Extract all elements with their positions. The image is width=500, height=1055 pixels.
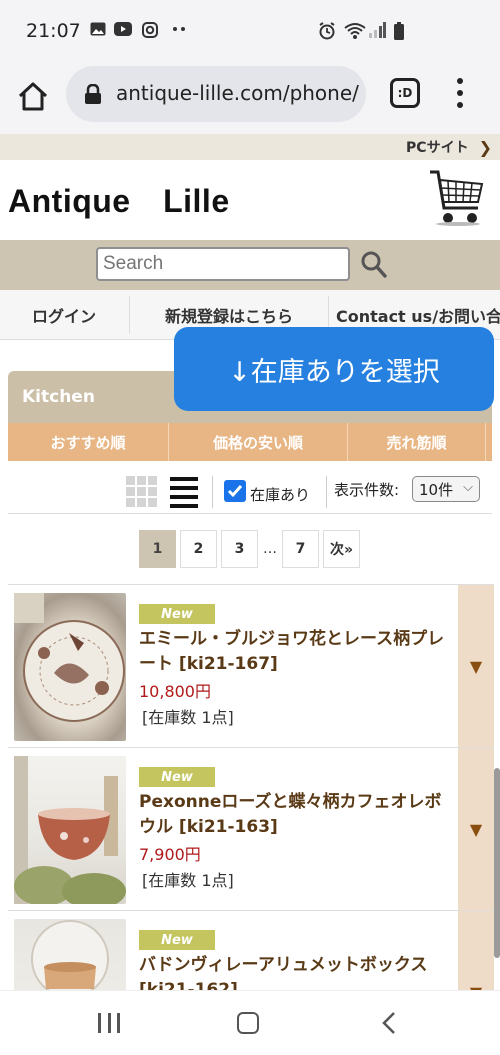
recent-apps-icon[interactable] xyxy=(98,1013,120,1033)
grid-view-icon[interactable] xyxy=(126,476,158,508)
product-list: New エミール・ブルジョワ花とレース柄プレート [ki21-167] 10,8… xyxy=(8,584,494,1055)
instagram-icon xyxy=(142,22,158,38)
instruction-tooltip: ↓在庫ありを選択 xyxy=(174,327,494,411)
site-header: Antique Lille xyxy=(0,160,500,240)
pc-site-link[interactable]: PCサイト ❯ xyxy=(406,137,492,157)
back-icon[interactable] xyxy=(380,1011,398,1035)
product-card[interactable]: New エミール・ブルジョワ花とレース柄プレート [ki21-167] 10,8… xyxy=(8,584,494,747)
chevron-down-icon[interactable]: ▼ xyxy=(458,585,494,747)
product-price: 7,900円 xyxy=(139,845,201,864)
category-title: Kitchen xyxy=(22,387,95,407)
page-link-last[interactable]: 7 xyxy=(282,530,319,568)
address-bar[interactable]: antique-lille.com/phone/ xyxy=(66,66,366,122)
wifi-icon xyxy=(344,22,366,40)
product-card[interactable]: New Pexonneローズと蝶々柄カフェオレボウル [ki21-163] 7,… xyxy=(8,747,494,910)
product-image-plate[interactable] xyxy=(14,593,126,741)
sort-best-selling[interactable]: 売れ筋順 xyxy=(348,423,486,461)
system-navigation-bar xyxy=(0,990,500,1055)
page-link-2[interactable]: 2 xyxy=(180,530,217,568)
battery-icon xyxy=(394,22,404,40)
more-notifications-icon xyxy=(172,26,186,32)
next-page-link[interactable]: 次» xyxy=(323,530,360,568)
sort-options: おすすめ順 価格の安い順 売れ筋順 xyxy=(8,423,492,461)
chevron-right-icon: ❯ xyxy=(478,137,492,157)
product-stock: [在庫数 1点] xyxy=(142,871,234,890)
page-link-3[interactable]: 3 xyxy=(221,530,258,568)
page-ellipsis: … xyxy=(262,530,278,568)
status-bar: 21:07 xyxy=(0,0,500,62)
chevron-down-icon: ⌵ xyxy=(463,480,473,495)
page-link-1[interactable]: 1 xyxy=(139,530,176,568)
product-price: 10,800円 xyxy=(139,682,211,701)
site-logo[interactable]: Antique Lille xyxy=(8,176,230,222)
page-scrollbar[interactable] xyxy=(494,768,500,958)
signal-icon xyxy=(368,22,386,38)
product-stock: [在庫数 1点] xyxy=(142,708,234,727)
url-text: antique-lille.com/phone/ xyxy=(116,81,359,105)
pc-site-label: PCサイト xyxy=(406,140,469,156)
new-badge: New xyxy=(139,767,215,787)
product-name[interactable]: Pexonneローズと蝶々柄カフェオレボウル [ki21-163] xyxy=(139,790,451,840)
chevron-down-icon[interactable]: ▼ xyxy=(458,748,494,910)
pc-site-bar: PCサイト ❯ xyxy=(0,134,500,160)
search-bar xyxy=(0,240,500,290)
product-name[interactable]: エミール・ブルジョワ花とレース柄プレート [ki21-167] xyxy=(139,627,451,677)
sort-price-low[interactable]: 価格の安い順 xyxy=(169,423,348,461)
status-time: 21:07 xyxy=(26,20,81,42)
browser-toolbar: antique-lille.com/phone/ :D xyxy=(0,62,500,134)
in-stock-label[interactable]: 在庫あり xyxy=(250,484,310,505)
browser-menu-icon[interactable] xyxy=(450,78,470,108)
new-badge: New xyxy=(139,604,215,624)
list-view-icon[interactable] xyxy=(170,476,198,508)
list-toolbar: 在庫あり 表示件数: 10件 ⌵ xyxy=(8,470,492,514)
cart-icon[interactable] xyxy=(428,166,486,228)
gallery-icon xyxy=(90,22,106,36)
toolbar-divider xyxy=(326,476,327,508)
lock-icon xyxy=(84,83,102,104)
home-icon[interactable] xyxy=(16,80,50,114)
pagination: 1 2 3 … 7 次» xyxy=(139,530,360,568)
search-input[interactable] xyxy=(96,247,350,281)
items-per-page-value: 10件 xyxy=(419,480,454,499)
search-icon[interactable] xyxy=(360,250,388,280)
items-per-page-select[interactable]: 10件 ⌵ xyxy=(412,476,480,502)
toolbar-divider xyxy=(212,476,213,508)
alarm-icon xyxy=(318,22,336,40)
in-stock-checkbox[interactable] xyxy=(224,480,246,502)
sort-recommended[interactable]: おすすめ順 xyxy=(8,423,169,461)
items-per-page-label: 表示件数: xyxy=(334,481,400,499)
youtube-icon xyxy=(114,22,132,36)
new-badge: New xyxy=(139,930,215,950)
tab-switcher-button[interactable]: :D xyxy=(390,78,420,108)
login-link[interactable]: ログイン xyxy=(0,290,128,340)
home-button-icon[interactable] xyxy=(237,1012,259,1034)
product-image-bowl[interactable] xyxy=(14,756,126,909)
